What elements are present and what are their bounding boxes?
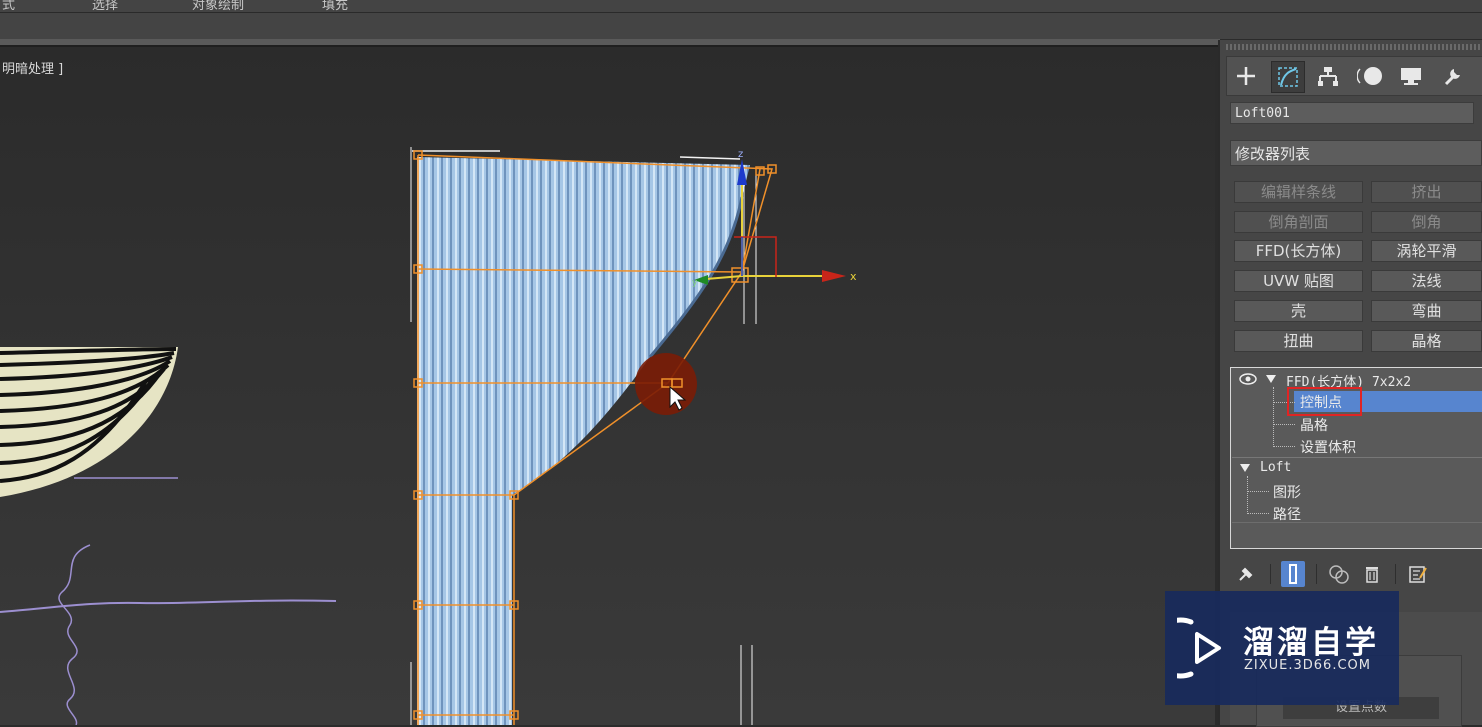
- remove-modifier-icon: [1366, 567, 1378, 583]
- play-logo-icon: [1177, 617, 1221, 679]
- stack-subitem-set-volume[interactable]: 设置体积: [1300, 437, 1356, 457]
- show-end-result-button[interactable]: [1281, 561, 1305, 587]
- tab-create[interactable]: [1230, 61, 1262, 91]
- perspective-viewport[interactable]: x z y: [0, 47, 1215, 725]
- modifier-button-extrude[interactable]: 挤出: [1371, 181, 1482, 203]
- tab-motion[interactable]: [1354, 61, 1386, 91]
- modifier-button-bevel-profile[interactable]: 倒角剖面: [1234, 211, 1363, 233]
- viewport-scene[interactable]: x z y: [0, 47, 1215, 725]
- gizmo-x-label: x: [850, 270, 857, 283]
- modifier-button-shell[interactable]: 壳: [1234, 300, 1363, 322]
- modifier-button-edit-spline[interactable]: 编辑样条线: [1234, 181, 1363, 203]
- show-end-result-icon: [1289, 564, 1297, 584]
- stack-subitem-path[interactable]: 路径: [1273, 504, 1301, 524]
- watermark-subtitle: ZIXUE.3D66.COM: [1244, 658, 1371, 673]
- stack-subitem-lattice[interactable]: 晶格: [1300, 415, 1328, 435]
- modifier-button-normal[interactable]: 法线: [1371, 270, 1482, 292]
- selected-point-highlight: [635, 353, 697, 415]
- modifier-button-ffd-box[interactable]: FFD(长方体): [1234, 240, 1363, 262]
- motion-icon: [1357, 67, 1382, 85]
- wrench-icon: [1444, 69, 1460, 86]
- menu-item-mode[interactable]: 式: [2, 0, 15, 12]
- annotation-highlight-box: [1287, 387, 1362, 416]
- collapse-arrow-icon[interactable]: [1240, 464, 1250, 472]
- modifier-button-lattice[interactable]: 晶格: [1371, 330, 1482, 352]
- remove-modifier-button[interactable]: [1360, 561, 1384, 587]
- gizmo-z-label: z: [738, 149, 743, 160]
- modifier-button-turbosmooth[interactable]: 涡轮平滑: [1371, 240, 1482, 262]
- menu-bar: 式 选择 对象绘制 填充: [0, 0, 1482, 13]
- modifier-button-twist[interactable]: 扭曲: [1234, 330, 1363, 352]
- display-icon: [1401, 68, 1421, 85]
- viewport-shading-label[interactable]: 明暗处理 ]: [2, 58, 63, 77]
- pin-stack-button[interactable]: [1234, 561, 1258, 587]
- tab-display[interactable]: [1395, 61, 1427, 91]
- stack-item-loft[interactable]: Loft: [1260, 460, 1291, 475]
- modifier-list-dropdown[interactable]: 修改器列表: [1230, 140, 1482, 166]
- modifier-button-uvw-map[interactable]: UVW 贴图: [1234, 270, 1363, 292]
- hierarchy-icon: [1318, 67, 1338, 86]
- toolbar-edge: [0, 39, 1220, 47]
- gizmo-y-label: y: [692, 278, 698, 288]
- modifier-button-bevel[interactable]: 倒角: [1371, 211, 1482, 233]
- modify-icon: [1278, 67, 1298, 87]
- command-panel-tabs: [1226, 56, 1482, 96]
- plus-icon: [1237, 67, 1255, 85]
- configure-modifier-sets-button[interactable]: [1406, 561, 1430, 587]
- stack-subitem-shape[interactable]: 图形: [1273, 482, 1301, 502]
- toolbar-strip: [0, 13, 1482, 39]
- watermark-title: 溜溜自学: [1243, 625, 1379, 661]
- configure-icon: [1409, 566, 1427, 583]
- eye-icon[interactable]: [1239, 372, 1257, 386]
- object-name-field[interactable]: Loft001: [1230, 102, 1474, 124]
- panel-grip[interactable]: [1226, 44, 1482, 50]
- make-unique-button[interactable]: [1327, 561, 1351, 587]
- pin-icon: [1239, 567, 1253, 581]
- menu-item-select[interactable]: 选择: [92, 0, 118, 12]
- menu-dropdown-icon[interactable]: [396, 0, 428, 10]
- menu-item-populate[interactable]: 填充: [322, 0, 348, 12]
- tab-hierarchy[interactable]: [1312, 61, 1344, 91]
- make-unique-icon: [1329, 565, 1349, 584]
- tab-utilities[interactable]: [1437, 61, 1469, 91]
- collapse-arrow-icon[interactable]: [1266, 375, 1276, 383]
- tab-modify[interactable]: [1271, 61, 1305, 93]
- modifier-button-bend[interactable]: 弯曲: [1371, 300, 1482, 322]
- menu-item-object-paint[interactable]: 对象绘制: [192, 0, 244, 12]
